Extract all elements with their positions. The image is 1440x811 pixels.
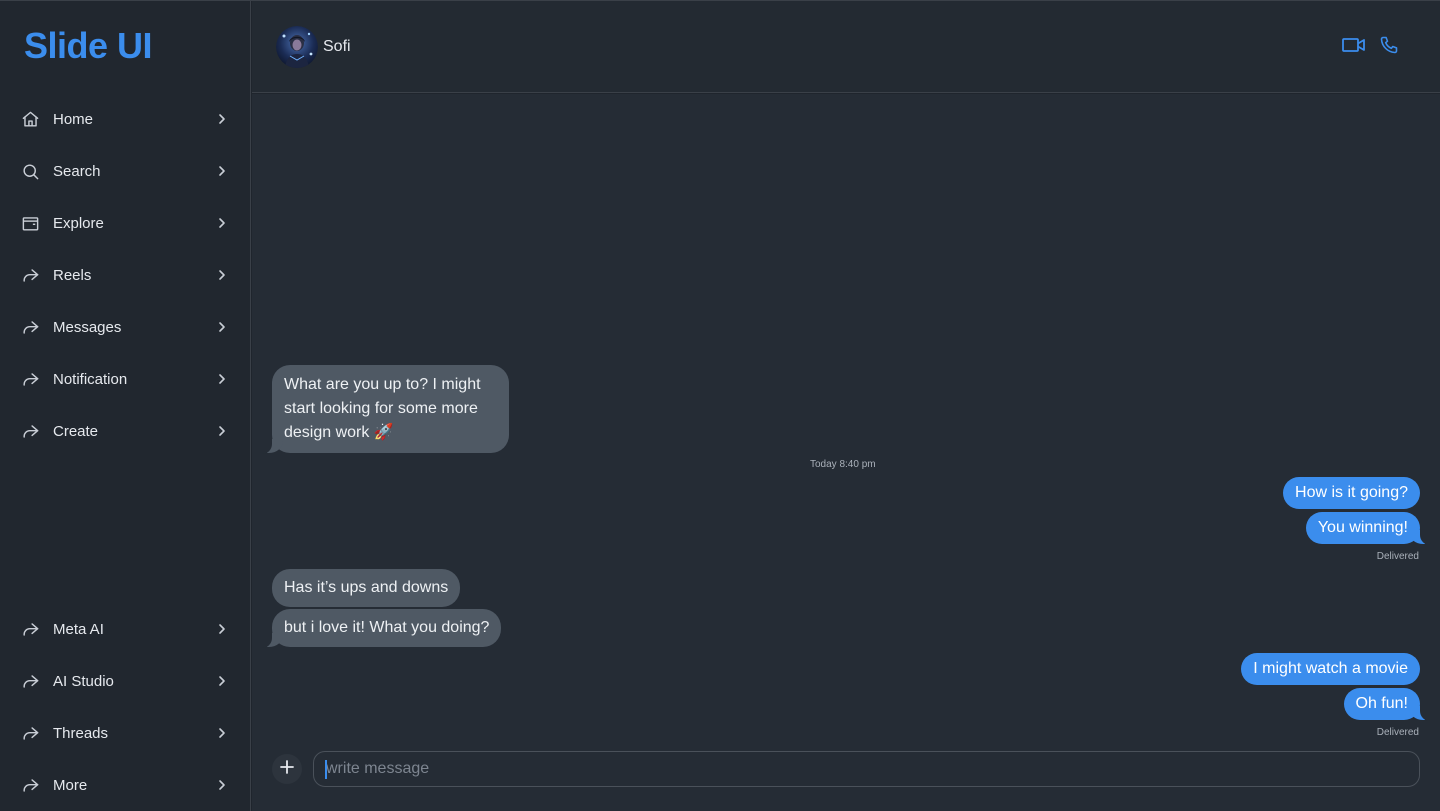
chevron-right-icon [215, 674, 229, 688]
message-text: How is it going? [1295, 484, 1408, 501]
message-input[interactable] [313, 751, 1420, 787]
share-arrow-icon [20, 671, 40, 691]
brand-logo[interactable]: Slide UI [24, 25, 153, 67]
sidebar-item-explore[interactable]: Explore [0, 197, 251, 249]
chevron-right-icon [215, 726, 229, 740]
home-icon [20, 109, 40, 129]
chevron-right-icon [215, 778, 229, 792]
message-text: Oh fun! [1355, 695, 1408, 712]
contact-name[interactable]: Sofi [323, 38, 351, 56]
chat-header: Sofi [252, 1, 1440, 93]
message-text: I might watch a movie [1253, 660, 1408, 677]
outgoing-message[interactable]: You winning! [1305, 512, 1433, 545]
outgoing-message[interactable]: I might watch a movie [1241, 653, 1420, 685]
delivery-status: Delivered [1376, 727, 1419, 738]
search-icon [20, 161, 40, 181]
sidebar-item-create[interactable]: Create [0, 405, 251, 457]
chevron-right-icon [215, 112, 229, 126]
sidebar-item-label: AI Studio [53, 672, 114, 690]
share-arrow-icon [20, 723, 40, 743]
sidebar-item-label: Search [53, 162, 101, 180]
sidebar-item-home[interactable]: Home [0, 93, 251, 145]
incoming-message[interactable]: Has it’s ups and downs [272, 569, 461, 607]
wallet-icon [20, 213, 40, 233]
share-arrow-icon [20, 265, 40, 285]
sidebar-item-label: Notification [53, 370, 128, 388]
add-attachment-button[interactable] [272, 754, 302, 784]
incoming-message[interactable]: What are you up to? I might start lookin… [260, 365, 509, 454]
contact-avatar[interactable] [276, 26, 318, 68]
secondary-nav: Meta AI AI Studio Threads More [0, 603, 251, 811]
message-text: Has it’s ups and downs [284, 579, 449, 596]
chevron-right-icon [215, 320, 229, 334]
sidebar-item-reels[interactable]: Reels [0, 249, 251, 301]
delivery-status: Delivered [1376, 551, 1419, 562]
chevron-right-icon [215, 622, 229, 636]
primary-nav: Home Search Explore Reels Messages Notif… [0, 93, 251, 457]
outgoing-message[interactable]: Oh fun! [1343, 688, 1433, 721]
sidebar-item-threads[interactable]: Threads [0, 707, 251, 759]
sidebar-item-label: Messages [53, 318, 122, 336]
sidebar-item-label: Meta AI [53, 620, 104, 638]
sidebar-item-messages[interactable]: Messages [0, 301, 251, 353]
outgoing-message[interactable]: How is it going? [1283, 477, 1420, 509]
sidebar-item-label: More [53, 776, 88, 794]
chevron-right-icon [215, 372, 229, 386]
chevron-right-icon [215, 268, 229, 282]
sidebar-item-ai-studio[interactable]: AI Studio [0, 655, 251, 707]
sidebar-item-label: Home [53, 110, 94, 128]
share-arrow-icon [20, 775, 40, 795]
message-composer [252, 744, 1440, 811]
chevron-right-icon [215, 164, 229, 178]
chevron-right-icon [215, 424, 229, 438]
video-call-button[interactable] [1341, 35, 1367, 59]
message-text: You winning! [1317, 519, 1408, 536]
chat-app: Slide UI Home Search Explore Reels Messa… [0, 0, 1440, 811]
sidebar-item-notification[interactable]: Notification [0, 353, 251, 405]
message-text: What are you up to? I might start lookin… [284, 376, 481, 441]
sidebar: Slide UI Home Search Explore Reels Messa… [0, 1, 251, 811]
sidebar-item-label: Threads [53, 724, 109, 742]
share-arrow-icon [20, 317, 40, 337]
sidebar-item-meta-ai[interactable]: Meta AI [0, 603, 251, 655]
sidebar-item-more[interactable]: More [0, 759, 251, 811]
message-thread[interactable]: What are you up to? I might start lookin… [252, 94, 1440, 744]
plus-icon [280, 759, 294, 779]
voice-call-button[interactable] [1376, 35, 1402, 59]
share-arrow-icon [20, 619, 40, 639]
message-timestamp: Today 8:40 pm [810, 459, 876, 470]
sidebar-item-label: Explore [53, 214, 104, 232]
sidebar-item-label: Create [53, 422, 99, 440]
text-caret [325, 760, 327, 779]
incoming-message[interactable]: but i love it! What you doing? [259, 609, 502, 648]
phone-icon [1379, 35, 1399, 60]
chevron-right-icon [215, 216, 229, 230]
sidebar-item-search[interactable]: Search [0, 145, 251, 197]
sidebar-item-label: Reels [53, 266, 92, 284]
share-arrow-icon [20, 369, 40, 389]
message-text: but i love it! What you doing? [284, 619, 490, 636]
share-arrow-icon [20, 421, 40, 441]
video-camera-icon [1342, 36, 1366, 59]
